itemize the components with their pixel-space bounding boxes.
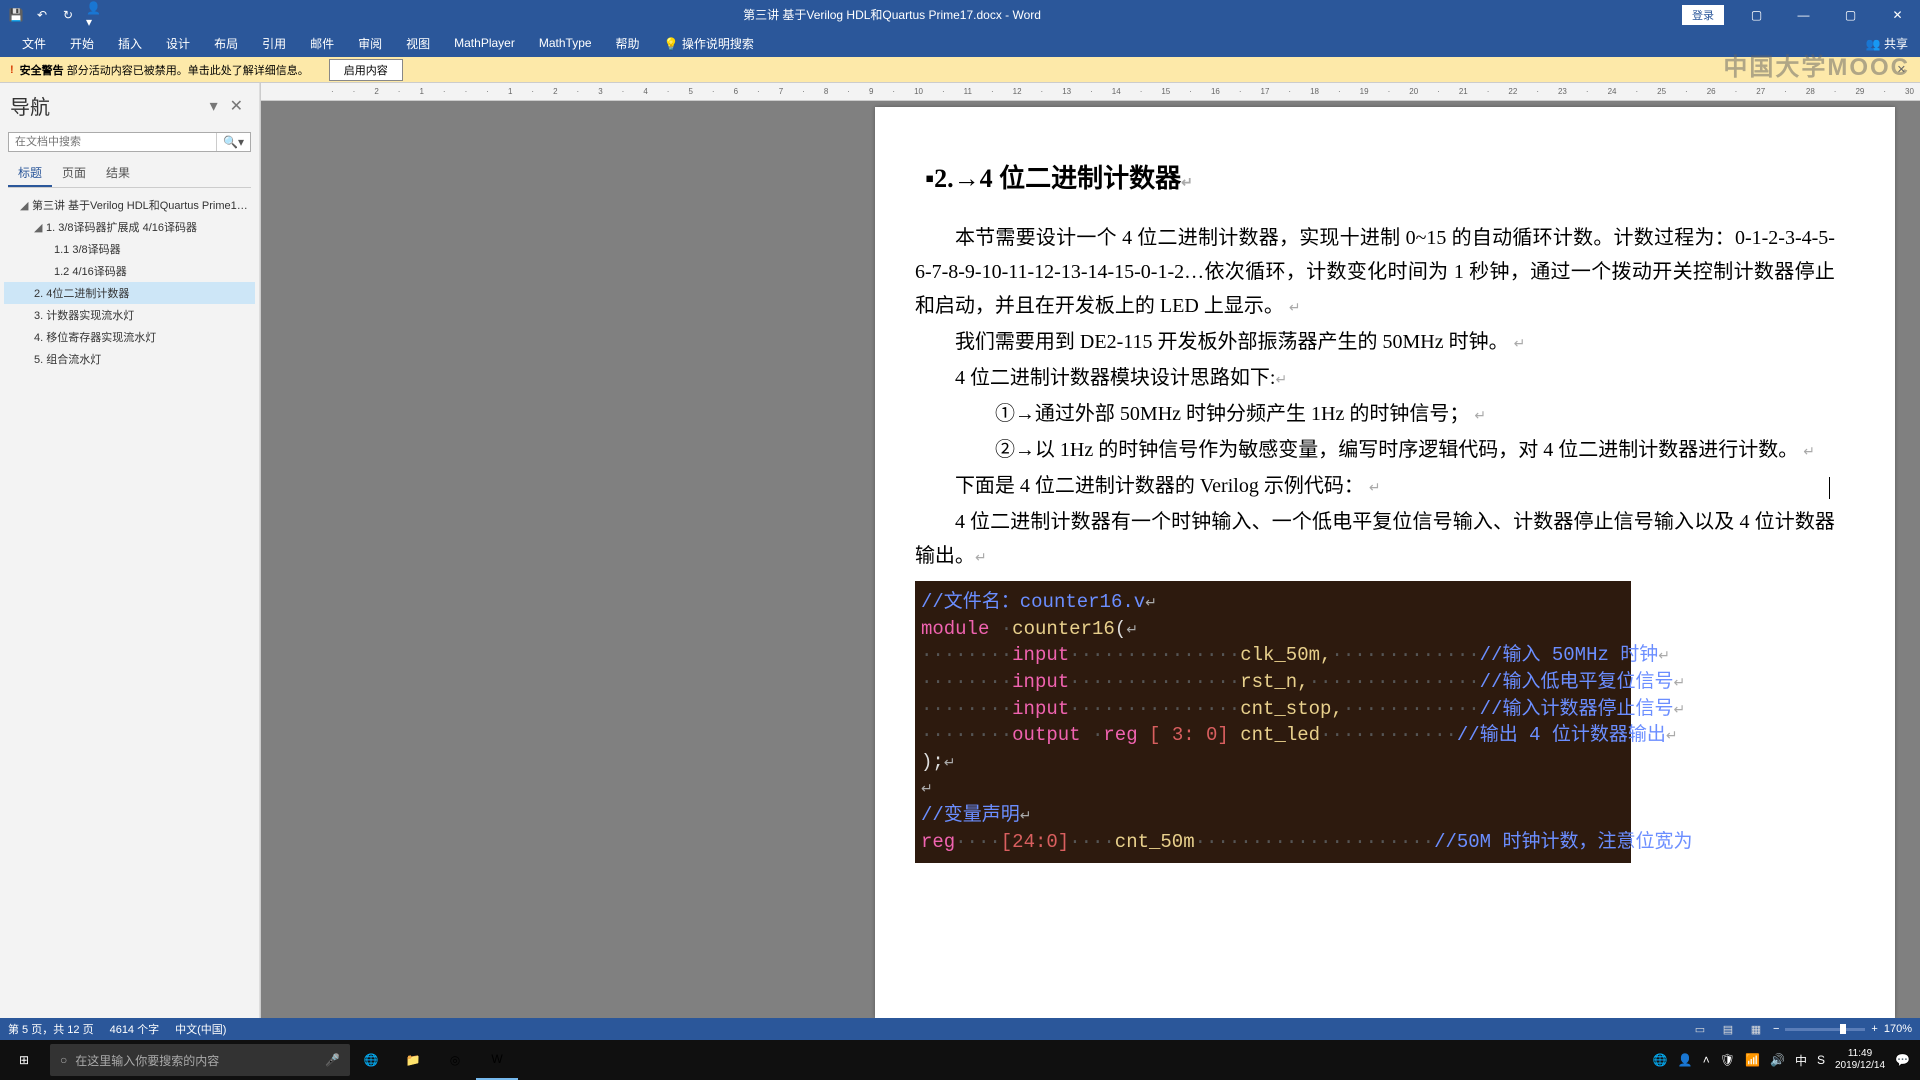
- cortana-icon: ○: [60, 1053, 67, 1067]
- task-word-icon[interactable]: W: [476, 1040, 518, 1080]
- doc-para: 下面是 4 位二进制计数器的 Verilog 示例代码： ↵: [915, 469, 1835, 503]
- status-lang[interactable]: 中文(中国): [175, 1021, 226, 1037]
- tray-clock[interactable]: 11:49 2019/12/14: [1835, 1048, 1885, 1072]
- menu-home[interactable]: 开始: [58, 30, 106, 57]
- tree-root[interactable]: ◢第三讲 基于Verilog HDL和Quartus Prime17.1 的..…: [4, 194, 255, 216]
- zoom-level[interactable]: 170%: [1884, 1023, 1912, 1035]
- document-page[interactable]: ▪2.→4 位二进制计数器↵ 本节需要设计一个 4 位二进制计数器，实现十进制 …: [875, 107, 1895, 1018]
- mic-icon[interactable]: 🎤: [325, 1053, 340, 1067]
- doc-para: 4 位二进制计数器模块设计思路如下:↵: [915, 361, 1835, 395]
- tray-icon[interactable]: 🌐: [1653, 1053, 1668, 1067]
- menu-design[interactable]: 设计: [154, 30, 202, 57]
- tree-item[interactable]: 5. 组合流水灯: [4, 348, 255, 370]
- nav-dropdown-icon[interactable]: ▾: [204, 96, 224, 116]
- nav-tree: ◢第三讲 基于Verilog HDL和Quartus Prime17.1 的..…: [0, 188, 259, 1018]
- menubar: 文件 开始 插入 设计 布局 引用 邮件 审阅 视图 MathPlayer Ma…: [0, 29, 1920, 57]
- ribbon-options-icon[interactable]: ▢: [1734, 0, 1779, 29]
- doc-para: ②→以 1Hz 的时钟信号作为敏感变量，编写时序逻辑代码，对 4 位二进制计数器…: [915, 433, 1835, 467]
- save-icon[interactable]: 💾: [8, 7, 24, 23]
- doc-para: ①→通过外部 50MHz 时钟分频产生 1Hz 的时钟信号； ↵: [915, 397, 1835, 431]
- text-caret: [1829, 477, 1830, 499]
- nav-close-icon[interactable]: ✕: [224, 96, 249, 116]
- doc-heading: ▪2.→4 位二进制计数器↵: [925, 157, 1835, 201]
- tray-ime-icon[interactable]: 中: [1795, 1052, 1807, 1069]
- nav-tab-results[interactable]: 结果: [96, 160, 140, 187]
- tray-people-icon[interactable]: 👤: [1678, 1053, 1693, 1067]
- login-button[interactable]: 登录: [1682, 5, 1724, 25]
- doc-para: 本节需要设计一个 4 位二进制计数器，实现十进制 0~15 的自动循环计数。计数…: [915, 221, 1835, 323]
- tree-item-selected[interactable]: 2. 4位二进制计数器: [4, 282, 255, 304]
- task-app-icon[interactable]: ◎: [434, 1040, 476, 1080]
- menu-insert[interactable]: 插入: [106, 30, 154, 57]
- warning-text[interactable]: 部分活动内容已被禁用。单击此处了解详细信息。: [67, 62, 309, 78]
- nav-tab-pages[interactable]: 页面: [52, 160, 96, 187]
- tray-notification-icon[interactable]: 💬: [1895, 1053, 1910, 1067]
- menu-mailings[interactable]: 邮件: [298, 30, 346, 57]
- start-button[interactable]: ⊞: [0, 1040, 48, 1080]
- tree-item[interactable]: ◢1. 3/8译码器扩展成 4/16译码器: [4, 216, 255, 238]
- statusbar: 第 5 页，共 12 页 4614 个字 中文(中国) ▭ ▤ ▦ − + 17…: [0, 1018, 1920, 1040]
- menu-tellme[interactable]: 💡 操作说明搜索: [652, 30, 766, 57]
- menu-view[interactable]: 视图: [394, 30, 442, 57]
- search-icon[interactable]: 🔍▾: [216, 133, 250, 151]
- window-title: 第三讲 基于Verilog HDL和Quartus Prime17.docx -…: [102, 6, 1682, 23]
- tree-item[interactable]: 3. 计数器实现流水灯: [4, 304, 255, 326]
- view-web-icon[interactable]: ▦: [1745, 1020, 1767, 1038]
- view-print-icon[interactable]: ▤: [1717, 1020, 1739, 1038]
- menu-layout[interactable]: 布局: [202, 30, 250, 57]
- tree-item[interactable]: 1.1 3/8译码器: [4, 238, 255, 260]
- enable-content-button[interactable]: 启用内容: [329, 59, 403, 81]
- qat-user-icon[interactable]: 👤▾: [86, 7, 102, 23]
- doc-para: 我们需要用到 DE2-115 开发板外部振荡器产生的 50MHz 时钟。 ↵: [915, 325, 1835, 359]
- task-explorer-icon[interactable]: 📁: [392, 1040, 434, 1080]
- vertical-ruler: [260, 83, 261, 1018]
- nav-search[interactable]: 🔍▾: [8, 132, 251, 152]
- task-browser-icon[interactable]: 🌐: [350, 1040, 392, 1080]
- close-icon[interactable]: ✕: [1875, 0, 1920, 29]
- tray-defender-icon[interactable]: 🛡: [1720, 1053, 1735, 1067]
- redo-icon[interactable]: ↻: [60, 7, 76, 23]
- tray-network-icon[interactable]: 📶: [1745, 1053, 1760, 1067]
- zoom-out-icon[interactable]: −: [1773, 1023, 1779, 1035]
- code-block: //文件名：counter16.v↵ module ·counter16(↵ ·…: [915, 581, 1631, 863]
- horizontal-ruler: ··2·1···1·2·3·4·5·6·7·8·9·10·11·12·13·14…: [261, 83, 1920, 101]
- zoom-in-icon[interactable]: +: [1871, 1023, 1877, 1035]
- menu-mathtype[interactable]: MathType: [527, 31, 604, 55]
- undo-icon[interactable]: ↶: [34, 7, 50, 23]
- warning-label: 安全警告: [20, 62, 64, 78]
- menu-references[interactable]: 引用: [250, 30, 298, 57]
- nav-tab-headings[interactable]: 标题: [8, 160, 52, 187]
- taskbar: ⊞ ○ 在这里输入你要搜索的内容 🎤 🌐 📁 ◎ W 🌐 👤 ˄ 🛡 📶 🔊 中…: [0, 1040, 1920, 1080]
- tray-chevron-icon[interactable]: ˄: [1703, 1053, 1710, 1067]
- tray-sogou-icon[interactable]: S: [1817, 1053, 1825, 1067]
- menu-help[interactable]: 帮助: [604, 30, 652, 57]
- nav-title: 导航: [10, 91, 204, 120]
- status-words[interactable]: 4614 个字: [110, 1021, 160, 1037]
- tray-volume-icon[interactable]: 🔊: [1770, 1053, 1785, 1067]
- navigation-pane: 导航 ▾ ✕ 🔍▾ 标题 页面 结果 ◢第三讲 基于Verilog HDL和Qu…: [0, 83, 260, 1018]
- menu-file[interactable]: 文件: [10, 30, 58, 57]
- zoom-slider[interactable]: [1785, 1028, 1865, 1031]
- warning-icon: !: [10, 64, 14, 76]
- doc-para: 4 位二进制计数器有一个时钟输入、一个低电平复位信号输入、计数器停止信号输入以及…: [915, 505, 1835, 573]
- nav-search-input[interactable]: [9, 133, 216, 151]
- tree-item[interactable]: 1.2 4/16译码器: [4, 260, 255, 282]
- tree-item[interactable]: 4. 移位寄存器实现流水灯: [4, 326, 255, 348]
- menu-mathplayer[interactable]: MathPlayer: [442, 31, 527, 55]
- brand-watermark: 中国大学MOOC: [1723, 47, 1910, 82]
- minimize-icon[interactable]: —: [1781, 0, 1826, 29]
- menu-review[interactable]: 审阅: [346, 30, 394, 57]
- view-read-icon[interactable]: ▭: [1689, 1020, 1711, 1038]
- maximize-icon[interactable]: ▢: [1828, 0, 1873, 29]
- status-page[interactable]: 第 5 页，共 12 页: [8, 1021, 94, 1037]
- titlebar: 💾 ↶ ↻ 👤▾ 第三讲 基于Verilog HDL和Quartus Prime…: [0, 0, 1920, 29]
- taskbar-search[interactable]: ○ 在这里输入你要搜索的内容 🎤: [50, 1044, 350, 1076]
- security-warning-bar: ! 安全警告 部分活动内容已被禁用。单击此处了解详细信息。 启用内容 中国大学M…: [0, 57, 1920, 83]
